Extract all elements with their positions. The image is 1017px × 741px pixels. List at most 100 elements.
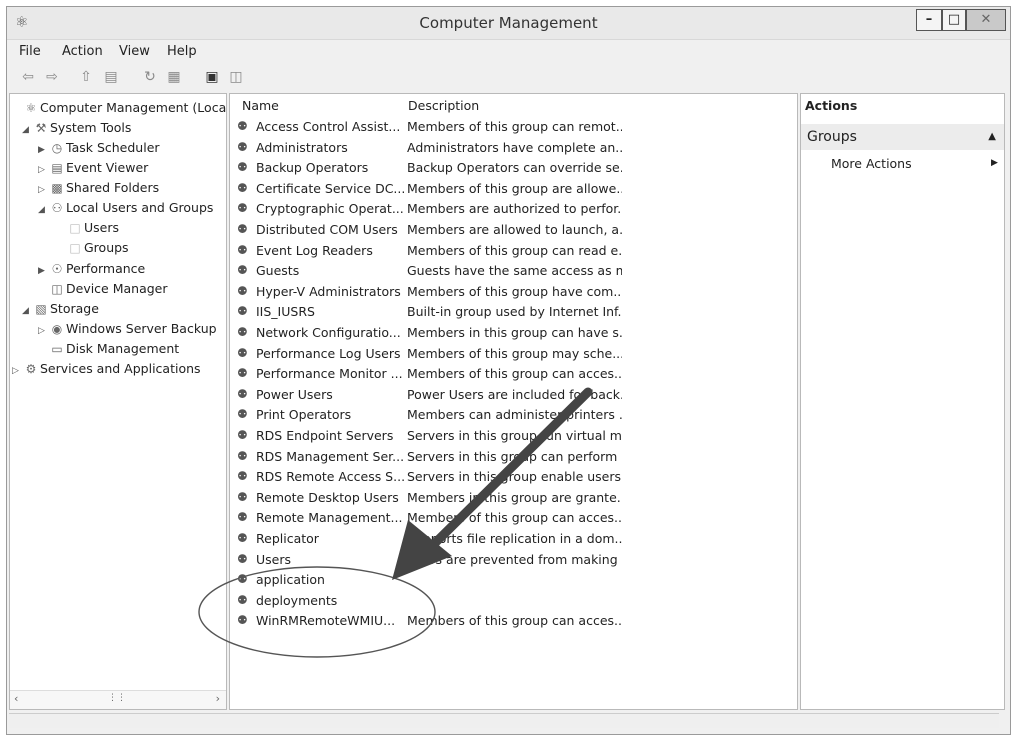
table-row[interactable]: ⚉ Distributed COM Users Members are allowe… (230, 219, 797, 240)
table-row[interactable]: ⚉ Remote Desktop Users Members in this gro… (230, 487, 797, 508)
table-row[interactable]: ⚉ RDS Endpoint Servers Servers in this gro… (230, 425, 797, 446)
close-button[interactable]: ✕ (966, 9, 1006, 31)
group-name: application (256, 572, 325, 588)
folder-icon: □ (69, 221, 81, 235)
system-tools-icon: ⚒ (35, 121, 47, 135)
tree-item-task-scheduler[interactable]: ▶ ◷ Task Scheduler (38, 138, 160, 158)
table-row[interactable]: ⚉ Network Configuratio... Members in this … (230, 322, 797, 343)
tree-item-disk-management[interactable]: ▭ Disk Management (48, 339, 179, 359)
table-row[interactable]: ⚉ Remote Management... Members of this gro… (230, 507, 797, 528)
tree-item-storage[interactable]: ◢ ▧ Storage (22, 299, 99, 319)
tree-item-label: Groups (84, 240, 129, 255)
tree-expander[interactable]: ▷ (38, 160, 48, 180)
group-description: Backup Operators can override se... (407, 160, 622, 176)
tree-expander[interactable]: ◢ (38, 200, 48, 220)
scroll-right-icon[interactable]: › (216, 692, 220, 705)
table-row[interactable]: ⚉ RDS Management Ser... Servers in this gr… (230, 446, 797, 467)
tree-item-performance[interactable]: ▶ ☉ Performance (38, 259, 145, 279)
table-row[interactable]: ⚉ Cryptographic Operat... Members are auth… (230, 198, 797, 219)
tree-item-event-viewer[interactable]: ▷ ▤ Event Viewer (38, 158, 148, 178)
table-row[interactable]: ⚉ Backup Operators Backup Operators can ov… (230, 157, 797, 178)
table-row[interactable]: ⚉ deployments (230, 590, 797, 611)
group-description: Members are allowed to launch, a... (407, 222, 622, 237)
up-folder-icon[interactable]: ⇧ (77, 68, 95, 86)
tree-item-local-users-and-groups[interactable]: ◢ ⚇ Local Users and Groups (38, 198, 213, 218)
table-row[interactable]: ⚉ Hyper-V Administrators Members of this g… (230, 281, 797, 302)
tree-expander[interactable]: ◢ (22, 301, 32, 321)
menu-action[interactable]: Action (62, 44, 103, 59)
scroll-left-icon[interactable]: ‹ (14, 692, 18, 705)
tree-item-label: Users (84, 220, 120, 235)
tree-item-groups[interactable]: □ Groups (66, 238, 129, 258)
group-description: Supports file replication in a dom... (407, 531, 622, 546)
tree-expander[interactable]: ▷ (12, 361, 22, 381)
export-list-icon[interactable]: ▦ (165, 68, 183, 86)
tree-item-computer-management[interactable]: ⚛ Computer Management (Local (12, 98, 226, 118)
table-row[interactable]: ⚉ RDS Remote Access S... Servers in this g… (230, 466, 797, 487)
menu-help[interactable]: Help (167, 44, 197, 59)
collapse-up-icon[interactable]: ▲ (988, 124, 996, 150)
table-row[interactable]: ⚉ Guests Guests have the same access as m.… (230, 260, 797, 281)
show-hide-tree-icon[interactable]: ▤ (102, 68, 120, 86)
table-row[interactable]: ⚉ Event Log Readers Members of this group … (230, 240, 797, 261)
tree-item-users[interactable]: □ Users (66, 218, 119, 238)
disk-icon: ▭ (51, 342, 63, 356)
group-icon: ⚉ (237, 242, 248, 257)
tree-item-services-and-applications[interactable]: ▷ ⚙ Services and Applications (12, 359, 201, 379)
console-tree-pane: ⚛ Computer Management (Local ◢ ⚒ System Too… (9, 93, 227, 710)
table-row[interactable]: ⚉ Replicator Supports file replication in … (230, 528, 797, 549)
group-icon: ⚉ (237, 613, 248, 628)
forward-icon[interactable]: ⇨ (43, 68, 61, 86)
table-row[interactable]: ⚉ Print Operators Members can administer p… (230, 404, 797, 425)
table-row[interactable]: ⚉ IIS_IUSRS Built-in group used by Interne… (230, 301, 797, 322)
scroll-thumb-grip-icon[interactable]: ⋮⋮ (108, 693, 126, 703)
refresh-icon[interactable]: ↻ (141, 68, 159, 86)
clock-icon: ◷ (51, 141, 63, 155)
tree-item-system-tools[interactable]: ◢ ⚒ System Tools (22, 118, 131, 138)
table-row[interactable]: ⚉ WinRMRemoteWMIU... Members of this group… (230, 610, 797, 631)
actions-group-groups[interactable]: Groups ▲ (801, 124, 1004, 150)
table-row[interactable]: ⚉ Administrators Administrators have compl… (230, 137, 797, 158)
group-description: Members of this group can acces... (407, 613, 622, 629)
group-name: RDS Endpoint Servers (256, 428, 394, 443)
back-icon[interactable]: ⇦ (19, 68, 37, 86)
tree-expander[interactable]: ▶ (38, 261, 48, 281)
menu-file[interactable]: File (19, 44, 41, 59)
help-icon[interactable]: ◫ (227, 68, 245, 86)
column-header-description[interactable]: Description (408, 98, 479, 113)
group-description: Built-in group used by Internet Inf... (407, 304, 622, 320)
tree-expander[interactable]: ◢ (22, 120, 32, 140)
tree-item-label: System Tools (50, 120, 132, 135)
tree-expander[interactable]: ▷ (38, 180, 48, 200)
column-header-name[interactable]: Name (242, 98, 279, 113)
table-row[interactable]: ⚉ Power Users Power Users are included for… (230, 384, 797, 405)
group-name: Remote Management... (256, 510, 403, 526)
properties-icon[interactable]: ▣ (203, 68, 221, 86)
more-actions-item[interactable]: More Actions (831, 156, 912, 171)
table-row[interactable]: ⚉ Performance Monitor ... Members of this … (230, 363, 797, 384)
backup-icon: ◉ (51, 322, 63, 336)
tree-horizontal-scrollbar[interactable]: ‹ ⋮⋮ › (10, 690, 226, 709)
table-row[interactable]: ⚉ application (230, 569, 797, 590)
table-row[interactable]: ⚉ Users Users are prevented from making ..… (230, 549, 797, 570)
tree-expander[interactable]: ▶ (38, 140, 48, 160)
group-name: Users (256, 551, 292, 567)
submenu-arrow-icon[interactable]: ▶ (991, 158, 998, 168)
maximize-button[interactable]: □ (942, 9, 966, 31)
tree-item-shared-folders[interactable]: ▷ ▩ Shared Folders (38, 178, 159, 198)
minimize-button[interactable]: – (916, 9, 942, 31)
menu-view[interactable]: View (119, 44, 150, 59)
table-row[interactable]: ⚉ Performance Log Users Members of this gr… (230, 343, 797, 364)
group-description: Users are prevented from making ... (407, 551, 622, 567)
group-name: Network Configuratio... (256, 325, 401, 340)
tree-item-device-manager[interactable]: ◫ Device Manager (48, 279, 167, 299)
more-actions-label: More Actions (831, 156, 912, 171)
tree-item-label: Event Viewer (66, 160, 149, 175)
tree-item-windows-server-backup[interactable]: ▷ ◉ Windows Server Backup (38, 319, 217, 339)
group-icon: ⚉ (237, 572, 248, 587)
group-name: Print Operators (256, 407, 352, 423)
table-row[interactable]: ⚉ Access Control Assist... Members of this… (230, 116, 797, 137)
tree-expander[interactable]: ▷ (38, 321, 48, 341)
title-bar[interactable]: ⚛ Computer Management – □ ✕ (7, 7, 1010, 40)
table-row[interactable]: ⚉ Certificate Service DC... Members of thi… (230, 178, 797, 199)
